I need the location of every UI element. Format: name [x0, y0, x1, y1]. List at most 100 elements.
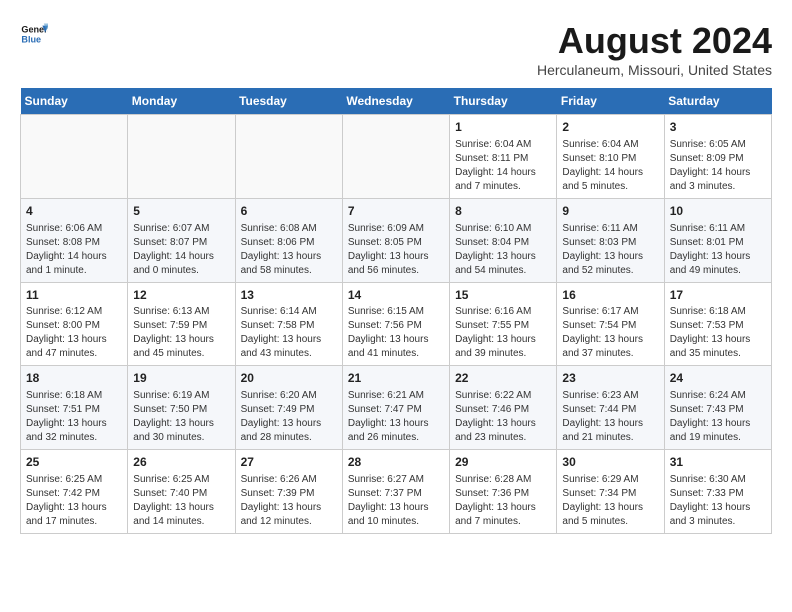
calendar-cell: 21Sunrise: 6:21 AM Sunset: 7:47 PM Dayli… — [342, 366, 449, 450]
calendar-week-row: 11Sunrise: 6:12 AM Sunset: 8:00 PM Dayli… — [21, 282, 772, 366]
day-number: 25 — [26, 454, 122, 471]
day-info: Sunrise: 6:12 AM Sunset: 8:00 PM Dayligh… — [26, 305, 122, 361]
day-info: Sunrise: 6:28 AM Sunset: 7:36 PM Dayligh… — [455, 473, 551, 529]
day-info: Sunrise: 6:16 AM Sunset: 7:55 PM Dayligh… — [455, 305, 551, 361]
calendar-cell: 11Sunrise: 6:12 AM Sunset: 8:00 PM Dayli… — [21, 282, 128, 366]
day-number: 6 — [241, 203, 337, 220]
day-number: 31 — [670, 454, 766, 471]
day-number: 28 — [348, 454, 444, 471]
calendar-cell: 24Sunrise: 6:24 AM Sunset: 7:43 PM Dayli… — [664, 366, 771, 450]
subtitle: Herculaneum, Missouri, United States — [537, 62, 772, 78]
day-info: Sunrise: 6:11 AM Sunset: 8:01 PM Dayligh… — [670, 222, 766, 278]
weekday-header-tuesday: Tuesday — [235, 88, 342, 115]
day-info: Sunrise: 6:06 AM Sunset: 8:08 PM Dayligh… — [26, 222, 122, 278]
weekday-header-thursday: Thursday — [450, 88, 557, 115]
day-number: 9 — [562, 203, 658, 220]
weekday-header-wednesday: Wednesday — [342, 88, 449, 115]
logo-icon: General Blue — [20, 20, 48, 48]
day-number: 8 — [455, 203, 551, 220]
calendar-week-row: 4Sunrise: 6:06 AM Sunset: 8:08 PM Daylig… — [21, 198, 772, 282]
calendar-table: SundayMondayTuesdayWednesdayThursdayFrid… — [20, 88, 772, 534]
calendar-week-row: 1 Sunrise: 6:04 AM Sunset: 8:11 PM Daylig… — [21, 115, 772, 199]
calendar-cell: 2Sunrise: 6:04 AM Sunset: 8:10 PM Daylig… — [557, 115, 664, 199]
calendar-cell: 8 Sunrise: 6:10 AM Sunset: 8:04 PM Daylig… — [450, 198, 557, 282]
day-info: Sunrise: 6:14 AM Sunset: 7:58 PM Dayligh… — [241, 305, 337, 361]
day-info: Sunrise: 6:20 AM Sunset: 7:49 PM Dayligh… — [241, 389, 337, 445]
day-number: 11 — [26, 287, 122, 304]
day-number: 19 — [133, 370, 229, 387]
calendar-cell: 6 Sunrise: 6:08 AM Sunset: 8:06 PM Daylig… — [235, 198, 342, 282]
day-number: 24 — [670, 370, 766, 387]
day-number: 17 — [670, 287, 766, 304]
day-number: 10 — [670, 203, 766, 220]
day-number: 18 — [26, 370, 122, 387]
calendar-cell: 23Sunrise: 6:23 AM Sunset: 7:44 PM Dayli… — [557, 366, 664, 450]
day-number: 1 — [455, 119, 551, 136]
weekday-header-row: SundayMondayTuesdayWednesdayThursdayFrid… — [21, 88, 772, 115]
day-number: 30 — [562, 454, 658, 471]
day-info: Sunrise: 6:25 AM Sunset: 7:40 PM Dayligh… — [133, 473, 229, 529]
calendar-cell: 14Sunrise: 6:15 AM Sunset: 7:56 PM Dayli… — [342, 282, 449, 366]
day-number: 14 — [348, 287, 444, 304]
calendar-cell: 25 Sunrise: 6:25 AM Sunset: 7:42 PM Dayli… — [21, 450, 128, 534]
day-info: Sunrise: 6:30 AM Sunset: 7:33 PM Dayligh… — [670, 473, 766, 529]
calendar-cell: 13Sunrise: 6:14 AM Sunset: 7:58 PM Dayli… — [235, 282, 342, 366]
calendar-cell: 12Sunrise: 6:13 AM Sunset: 7:59 PM Dayli… — [128, 282, 235, 366]
day-number: 15 — [455, 287, 551, 304]
day-info: Sunrise: 6:13 AM Sunset: 7:59 PM Dayligh… — [133, 305, 229, 361]
day-info: Sunrise: 6:08 AM Sunset: 8:06 PM Dayligh… — [241, 222, 337, 278]
calendar-cell: 15Sunrise: 6:16 AM Sunset: 7:55 PM Dayli… — [450, 282, 557, 366]
logo: General Blue — [20, 20, 48, 48]
day-number: 5 — [133, 203, 229, 220]
day-info: Sunrise: 6:04 AM Sunset: 8:11 PM Dayligh… — [455, 138, 551, 194]
day-info: Sunrise: 6:26 AM Sunset: 7:39 PM Dayligh… — [241, 473, 337, 529]
day-info: Sunrise: 6:27 AM Sunset: 7:37 PM Dayligh… — [348, 473, 444, 529]
svg-text:Blue: Blue — [21, 34, 41, 44]
main-title: August 2024 — [537, 20, 772, 62]
calendar-cell: 29Sunrise: 6:28 AM Sunset: 7:36 PM Dayli… — [450, 450, 557, 534]
calendar-cell: 19 Sunrise: 6:19 AM Sunset: 7:50 PM Dayli… — [128, 366, 235, 450]
title-block: August 2024 Herculaneum, Missouri, Unite… — [537, 20, 772, 78]
day-info: Sunrise: 6:05 AM Sunset: 8:09 PM Dayligh… — [670, 138, 766, 194]
day-number: 26 — [133, 454, 229, 471]
day-info: Sunrise: 6:25 AM Sunset: 7:42 PM Dayligh… — [26, 473, 122, 529]
day-info: Sunrise: 6:11 AM Sunset: 8:03 PM Dayligh… — [562, 222, 658, 278]
day-number: 13 — [241, 287, 337, 304]
day-number: 7 — [348, 203, 444, 220]
calendar-cell: 18 Sunrise: 6:18 AM Sunset: 7:51 PM Dayli… — [21, 366, 128, 450]
day-info: Sunrise: 6:15 AM Sunset: 7:56 PM Dayligh… — [348, 305, 444, 361]
day-number: 20 — [241, 370, 337, 387]
calendar-cell: 27 Sunrise: 6:26 AM Sunset: 7:39 PM Dayli… — [235, 450, 342, 534]
day-info: Sunrise: 6:22 AM Sunset: 7:46 PM Dayligh… — [455, 389, 551, 445]
calendar-cell: 17Sunrise: 6:18 AM Sunset: 7:53 PM Dayli… — [664, 282, 771, 366]
calendar-cell: 22 Sunrise: 6:22 AM Sunset: 7:46 PM Dayli… — [450, 366, 557, 450]
day-info: Sunrise: 6:18 AM Sunset: 7:51 PM Dayligh… — [26, 389, 122, 445]
calendar-cell: 30 Sunrise: 6:29 AM Sunset: 7:34 PM Dayli… — [557, 450, 664, 534]
calendar-cell: 20 Sunrise: 6:20 AM Sunset: 7:49 PM Dayli… — [235, 366, 342, 450]
page-header: General Blue August 2024 Herculaneum, Mi… — [20, 20, 772, 78]
calendar-cell: 3Sunrise: 6:05 AM Sunset: 8:09 PM Daylig… — [664, 115, 771, 199]
day-number: 27 — [241, 454, 337, 471]
calendar-cell — [235, 115, 342, 199]
calendar-cell: 31 Sunrise: 6:30 AM Sunset: 7:33 PM Dayli… — [664, 450, 771, 534]
calendar-cell: 7 Sunrise: 6:09 AM Sunset: 8:05 PM Daylig… — [342, 198, 449, 282]
calendar-week-row: 18 Sunrise: 6:18 AM Sunset: 7:51 PM Dayli… — [21, 366, 772, 450]
day-number: 2 — [562, 119, 658, 136]
day-info: Sunrise: 6:17 AM Sunset: 7:54 PM Dayligh… — [562, 305, 658, 361]
day-number: 12 — [133, 287, 229, 304]
day-info: Sunrise: 6:29 AM Sunset: 7:34 PM Dayligh… — [562, 473, 658, 529]
calendar-cell: 26 Sunrise: 6:25 AM Sunset: 7:40 PM Dayli… — [128, 450, 235, 534]
calendar-cell — [21, 115, 128, 199]
day-number: 22 — [455, 370, 551, 387]
day-number: 21 — [348, 370, 444, 387]
day-number: 23 — [562, 370, 658, 387]
day-info: Sunrise: 6:10 AM Sunset: 8:04 PM Dayligh… — [455, 222, 551, 278]
calendar-cell: 9 Sunrise: 6:11 AM Sunset: 8:03 PM Daylig… — [557, 198, 664, 282]
day-info: Sunrise: 6:19 AM Sunset: 7:50 PM Dayligh… — [133, 389, 229, 445]
day-info: Sunrise: 6:18 AM Sunset: 7:53 PM Dayligh… — [670, 305, 766, 361]
day-number: 16 — [562, 287, 658, 304]
calendar-cell: 10 Sunrise: 6:11 AM Sunset: 8:01 PM Dayli… — [664, 198, 771, 282]
calendar-week-row: 25 Sunrise: 6:25 AM Sunset: 7:42 PM Dayli… — [21, 450, 772, 534]
day-info: Sunrise: 6:09 AM Sunset: 8:05 PM Dayligh… — [348, 222, 444, 278]
weekday-header-friday: Friday — [557, 88, 664, 115]
